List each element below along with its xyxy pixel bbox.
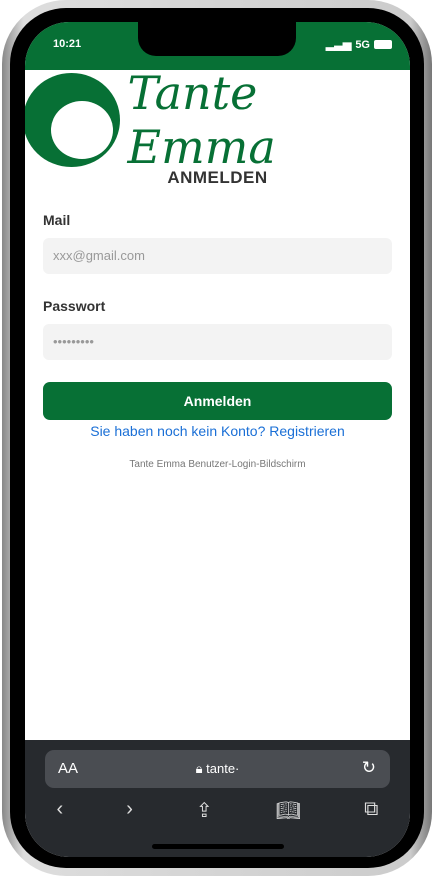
password-label: Passwort [43,298,106,314]
battery-icon [374,40,392,49]
status-icons: ▂▃▅ 5G [326,38,392,51]
mail-input[interactable]: xxx@gmail.com [43,238,392,274]
reload-icon[interactable]: ↻ [362,758,376,778]
logo-text: Tante Emma [127,66,276,174]
network-label: 5G [355,38,370,51]
status-time: 10:21 [53,38,82,50]
bookmarks-icon[interactable]: 📖︎ [276,798,301,823]
home-indicator[interactable] [152,844,284,849]
back-icon[interactable]: ‹ [57,798,64,823]
status-bar: 10:21 ▂▃▅ 5G [25,22,410,70]
register-link[interactable]: Sie haben noch kein Konto? Registrieren [43,423,392,439]
footer-caption: Tante Emma Benutzer-Login-Bildschirm [129,459,306,470]
login-form: Mail xxx@gmail.com Passwort ••••••••• An… [25,212,410,470]
logo: Tante Emma [25,66,410,174]
password-input[interactable]: ••••••••• [43,324,392,360]
share-icon[interactable]: ⇪ [196,798,213,823]
tabs-icon[interactable]: ⧉ [364,798,378,823]
forward-icon[interactable]: › [126,798,133,823]
mail-label: Mail [43,212,71,228]
screen: 10:21 ▂▃▅ 5G Tante Emma ANMELDEN Mail xxx… [25,22,410,857]
browser-toolbar: AA 🔒︎ tante· ↻ ‹ › ⇪ 📖︎ ⧉ [25,740,410,857]
url-text: tante· [206,761,240,776]
lock-icon: 🔒︎ [195,761,203,776]
login-button[interactable]: Anmelden [43,382,392,420]
notch [138,22,296,56]
address-bar[interactable]: AA 🔒︎ tante· ↻ [45,750,390,788]
signal-icon: ▂▃▅ [325,39,352,51]
logo-face-icon [25,73,120,167]
